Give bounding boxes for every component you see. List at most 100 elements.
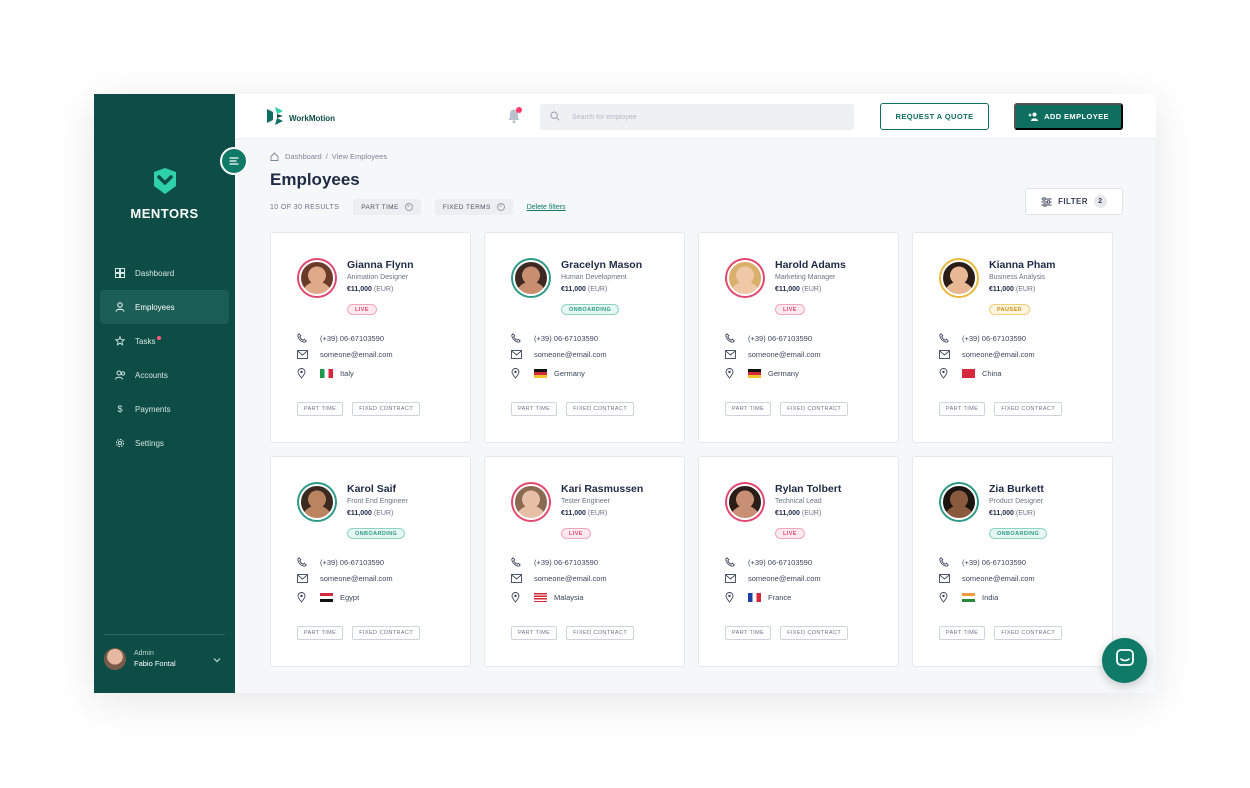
workmotion-logo-icon <box>265 105 285 132</box>
employee-salary: €11,000 (EUR) <box>347 286 393 293</box>
mail-icon <box>939 350 951 359</box>
country-text: Germany <box>554 369 585 378</box>
employee-name[interactable]: Rylan Tolbert <box>775 483 841 495</box>
mail-icon <box>297 574 309 583</box>
employee-name[interactable]: Karol Saif <box>347 483 396 495</box>
employee-country: Italy <box>297 368 354 379</box>
employee-phone: (+39) 06-67103590 <box>511 333 598 343</box>
request-quote-button[interactable]: REQUEST A QUOTE <box>880 103 989 130</box>
employee-name[interactable]: Kari Rasmussen <box>561 483 643 495</box>
avatar <box>297 258 337 298</box>
email-text[interactable]: someone@email.com <box>748 350 821 359</box>
employee-salary: €11,000 (EUR) <box>989 286 1035 293</box>
close-icon[interactable]: × <box>496 203 505 211</box>
status-badge: ONBOARDING <box>989 528 1048 539</box>
chevron-down-icon[interactable] <box>213 650 221 668</box>
filter-button[interactable]: FILTER 2 <box>1025 188 1123 215</box>
email-text[interactable]: someone@email.com <box>320 574 393 583</box>
phone-text: (+39) 06-67103590 <box>962 557 1027 567</box>
mail-icon <box>297 350 309 359</box>
flag-icon <box>534 369 547 378</box>
user-role: Admin <box>134 649 154 657</box>
employee-role: Technical Lead <box>775 498 822 505</box>
add-user-icon <box>1028 112 1039 121</box>
employee-card[interactable]: Gianna Flynn Animation Designer €11,000 … <box>270 232 471 443</box>
salary-currency: (EUR) <box>587 286 608 293</box>
notification-dot <box>516 107 522 113</box>
phone-text: (+39) 06-67103590 <box>962 333 1027 343</box>
search-input[interactable] <box>572 113 832 121</box>
phone-text: (+39) 06-67103590 <box>748 333 813 343</box>
sidebar-item-payments[interactable]: $ Payments <box>100 392 229 426</box>
employee-name[interactable]: Zia Burkett <box>989 483 1044 495</box>
chat-button[interactable] <box>1102 638 1147 683</box>
employee-card[interactable]: Zia Burkett Product Designer €11,000 (EU… <box>912 456 1113 667</box>
sidebar-toggle-button[interactable] <box>220 147 248 175</box>
employee-tags: PART TIME FIXED CONTRACT <box>511 402 643 416</box>
salary-amount: €11,000 <box>561 286 586 293</box>
phone-icon <box>939 557 951 567</box>
filter-chip-label: FIXED TERMS <box>442 203 491 211</box>
employee-name[interactable]: Harold Adams <box>775 259 846 271</box>
employee-country: Malaysia <box>511 592 584 603</box>
tag: PART TIME <box>297 402 344 416</box>
home-icon[interactable] <box>270 152 279 161</box>
sidebar-item-settings[interactable]: Settings <box>100 426 229 460</box>
phone-icon <box>297 557 309 567</box>
employee-salary: €11,000 (EUR) <box>561 286 607 293</box>
sidebar-item-employees[interactable]: Employees <box>100 290 229 324</box>
employee-card[interactable]: Karol Saif Front End Engineer €11,000 (E… <box>270 456 471 667</box>
delete-filters-link[interactable]: Delete filters <box>527 204 566 211</box>
sidebar-item-tasks[interactable]: Tasks <box>100 324 229 358</box>
employee-name[interactable]: Kianna Pham <box>989 259 1056 271</box>
phone-icon <box>725 557 737 567</box>
email-text[interactable]: someone@email.com <box>962 574 1035 583</box>
employee-country: China <box>939 368 1002 379</box>
search-bar <box>540 104 854 130</box>
email-text[interactable]: someone@email.com <box>534 574 607 583</box>
close-icon[interactable]: × <box>404 203 413 211</box>
employee-card[interactable]: Rylan Tolbert Technical Lead €11,000 (EU… <box>698 456 899 667</box>
employee-tags: PART TIME FIXED CONTRACT <box>939 626 1071 640</box>
location-pin-icon <box>511 368 523 379</box>
filter-count-badge: 2 <box>1093 195 1107 208</box>
avatar <box>939 482 979 522</box>
dashboard-icon <box>114 267 126 279</box>
email-text[interactable]: someone@email.com <box>962 350 1035 359</box>
employee-card[interactable]: Kari Rasmussen Tester Engineer €11,000 (… <box>484 456 685 667</box>
status-badge: LIVE <box>775 304 805 315</box>
employee-name[interactable]: Gracelyn Mason <box>561 259 642 271</box>
mail-icon <box>725 350 737 359</box>
sidebar-item-accounts[interactable]: Accounts <box>100 358 229 392</box>
email-text[interactable]: someone@email.com <box>320 350 393 359</box>
employee-card[interactable]: Harold Adams Marketing Manager €11,000 (… <box>698 232 899 443</box>
workmotion-logo[interactable]: WorkMotion <box>265 105 335 132</box>
employee-card[interactable]: Gracelyn Mason Human Development €11,000… <box>484 232 685 443</box>
sidebar-item-label: Tasks <box>135 336 156 346</box>
mentors-logo-icon <box>150 166 180 196</box>
breadcrumb-home[interactable]: Dashboard <box>285 152 322 161</box>
add-employee-button[interactable]: ADD EMPLOYEE <box>1014 103 1123 130</box>
employee-name[interactable]: Gianna Flynn <box>347 259 414 271</box>
sidebar-item-dashboard[interactable]: Dashboard <box>100 256 229 290</box>
employee-phone: (+39) 06-67103590 <box>939 557 1026 567</box>
phone-text: (+39) 06-67103590 <box>320 333 385 343</box>
email-text[interactable]: someone@email.com <box>748 574 821 583</box>
search-icon <box>550 108 560 126</box>
location-pin-icon <box>939 368 951 379</box>
country-text: France <box>768 593 792 602</box>
employee-email: someone@email.com <box>725 350 821 359</box>
employee-card[interactable]: Kianna Pham Business Analysis €11,000 (E… <box>912 232 1113 443</box>
user-menu[interactable]: Admin Fabio Fontal <box>104 634 225 674</box>
breadcrumb-current: View Employees <box>331 152 388 161</box>
filter-chip-part-time[interactable]: PART TIME × <box>353 199 421 215</box>
status-badge: LIVE <box>561 528 591 539</box>
tag: PART TIME <box>939 626 986 640</box>
email-text[interactable]: someone@email.com <box>534 350 607 359</box>
avatar <box>104 647 126 670</box>
employee-phone: (+39) 06-67103590 <box>511 557 598 567</box>
filter-chip-fixed-terms[interactable]: FIXED TERMS × <box>434 199 513 215</box>
notifications-button[interactable] <box>507 107 522 129</box>
filter-label: FILTER <box>1058 197 1088 206</box>
employee-email: someone@email.com <box>939 350 1035 359</box>
